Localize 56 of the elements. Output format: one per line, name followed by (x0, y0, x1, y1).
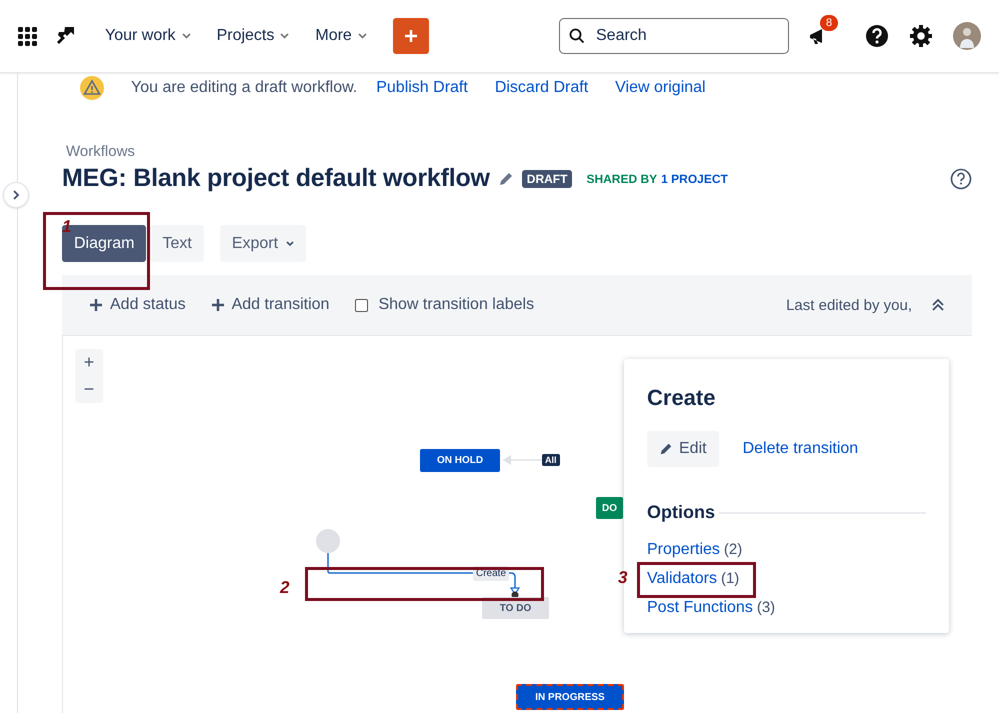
draft-message: You are editing a draft workflow. (131, 79, 358, 97)
zoom-button[interactable]: + (75, 349, 103, 376)
help-icon[interactable] (950, 168, 972, 190)
view-tab[interactable]: Text (150, 225, 204, 262)
delete-link[interactable]: Delete transition (742, 440, 858, 458)
nav-menu[interactable]: Your work (97, 21, 199, 51)
breadcrumb-link[interactable]: Workflows (66, 143, 972, 160)
checkbox[interactable] (355, 298, 368, 312)
status-node[interactable]: IN PROGRESS (516, 684, 624, 710)
export-button[interactable]: Export (220, 225, 306, 262)
app-switcher-icon[interactable] (17, 26, 37, 46)
edit-button[interactable]: Edit (647, 431, 719, 467)
warning-icon (80, 76, 104, 100)
option-link[interactable]: Post Functions (647, 598, 753, 616)
option-link[interactable]: Properties (647, 540, 720, 558)
option-count: (3) (756, 599, 776, 616)
status-lozenge: DRAFT (522, 170, 572, 188)
global-transition-badge[interactable]: All (542, 454, 560, 466)
avatar[interactable] (953, 22, 981, 50)
pencil-icon[interactable] (498, 170, 514, 186)
annotation-number: 2 (280, 578, 290, 598)
panel-title: Create (647, 385, 716, 411)
pencil-icon (659, 442, 673, 456)
page-title: MEG: Blank project default workflow (62, 164, 490, 193)
notification-badge: 8 (820, 15, 838, 31)
banner-link[interactable]: Publish Draft (376, 79, 468, 97)
settings-icon[interactable] (909, 24, 933, 48)
status-node[interactable]: DO (596, 497, 623, 519)
chevron-down-icon (286, 240, 294, 246)
create-button[interactable] (392, 18, 429, 54)
zoom-button[interactable]: − (75, 376, 103, 403)
checkbox-label: Show transition labels (378, 296, 534, 314)
option-count: (1) (720, 570, 740, 587)
last-edited-text: Last edited by you, (786, 296, 912, 314)
option-count: (2) (724, 541, 742, 558)
plus-icon (404, 29, 418, 43)
shared-by-label: SHARED BY (586, 172, 658, 186)
collapse-icon[interactable] (932, 298, 944, 312)
nav-menu[interactable]: Projects (208, 21, 298, 51)
toolbar-button[interactable]: Add status (90, 296, 186, 314)
status-node[interactable]: ON HOLD (420, 449, 500, 472)
plus-icon (212, 299, 224, 311)
option-link[interactable]: Validators (647, 570, 717, 588)
banner-link[interactable]: View original (615, 79, 706, 97)
annotation-number: 3 (618, 568, 628, 588)
sidebar-expand-button[interactable] (3, 182, 29, 208)
banner-link[interactable]: Discard Draft (494, 79, 588, 97)
nav-menu[interactable]: More (307, 21, 375, 51)
help-icon[interactable] (865, 24, 889, 48)
chevron-right-icon (12, 190, 20, 200)
toolbar-button[interactable]: Add transition (212, 296, 330, 314)
projects-link[interactable]: 1 PROJECT (661, 172, 728, 186)
plus-icon (90, 299, 102, 311)
section-heading: Options (647, 502, 715, 523)
search-field[interactable]: Search (559, 18, 789, 54)
start-node[interactable] (316, 529, 340, 553)
